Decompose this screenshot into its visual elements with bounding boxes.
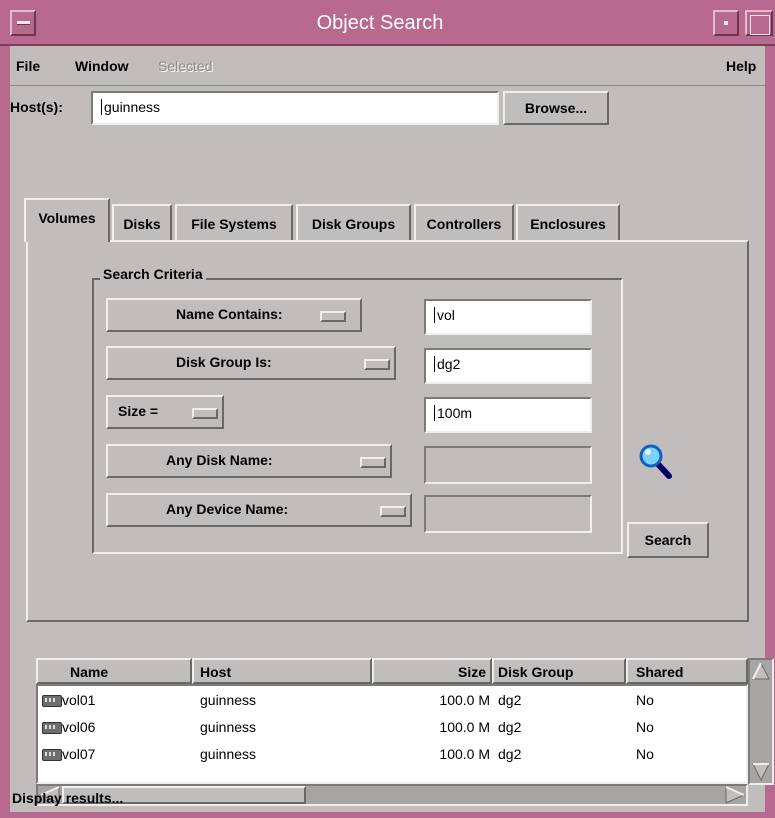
column-header-host[interactable]: Host bbox=[192, 658, 372, 684]
size-value: 100m bbox=[437, 405, 473, 421]
device-name-label: Any Device Name: bbox=[166, 501, 289, 517]
text-caret bbox=[101, 99, 102, 115]
column-header-disk-group[interactable]: Disk Group bbox=[492, 658, 626, 684]
tab-controllers[interactable]: Controllers bbox=[414, 204, 514, 240]
tab-enclosures[interactable]: Enclosures bbox=[516, 204, 620, 240]
search-button[interactable]: Search bbox=[627, 522, 709, 558]
cell-shared: No bbox=[636, 746, 654, 762]
cell-shared: No bbox=[636, 719, 654, 735]
cell-name: vol07 bbox=[62, 746, 96, 762]
scroll-down-icon[interactable] bbox=[751, 762, 771, 782]
text-caret bbox=[434, 356, 435, 372]
device-name-input[interactable] bbox=[424, 495, 592, 533]
search-criteria-title: Search Criteria bbox=[100, 266, 206, 282]
cell-size: 100.0 M bbox=[439, 746, 490, 762]
menu-help[interactable]: Help bbox=[726, 58, 756, 74]
cell-shared: No bbox=[636, 692, 654, 708]
cell-host: guinness bbox=[200, 719, 257, 735]
scroll-up-icon[interactable] bbox=[751, 661, 771, 681]
option-menu-icon bbox=[320, 311, 346, 322]
option-menu-icon bbox=[360, 457, 386, 468]
table-row[interactable]: vol07 guinness 100.0 M dg2 No bbox=[38, 742, 746, 769]
tab-disks[interactable]: Disks bbox=[112, 204, 172, 240]
text-caret bbox=[434, 405, 435, 421]
menu-bar: File Window Selected Help bbox=[10, 46, 765, 86]
device-name-option[interactable]: Any Device Name: bbox=[106, 493, 412, 527]
menu-selected: Selected bbox=[158, 58, 213, 74]
cell-name: vol01 bbox=[62, 692, 96, 708]
disk-name-label: Any Disk Name: bbox=[166, 452, 273, 468]
size-option[interactable]: Size = bbox=[106, 395, 224, 429]
menu-file[interactable]: File bbox=[16, 58, 40, 74]
disk-group-input[interactable]: dg2 bbox=[424, 348, 592, 384]
menu-window[interactable]: Window bbox=[75, 58, 129, 74]
size-label: Size = bbox=[118, 403, 159, 419]
host-label: Host(s): bbox=[10, 99, 63, 115]
name-contains-value: vol bbox=[437, 307, 455, 323]
vertical-scrollbar[interactable] bbox=[748, 658, 774, 785]
tab-volumes[interactable]: Volumes bbox=[24, 198, 110, 242]
host-input[interactable]: guinness bbox=[91, 91, 499, 125]
cell-size: 100.0 M bbox=[439, 719, 490, 735]
disk-name-input[interactable] bbox=[424, 446, 592, 484]
cell-host: guinness bbox=[200, 692, 257, 708]
volume-icon bbox=[42, 695, 62, 707]
disk-group-option[interactable]: Disk Group Is: bbox=[106, 346, 396, 380]
window-menu-icon bbox=[17, 21, 30, 25]
cell-host: guinness bbox=[200, 746, 257, 762]
column-header-size[interactable]: Size bbox=[372, 658, 492, 684]
results-table-header: Name Host Size Disk Group Shared bbox=[36, 658, 748, 684]
size-input[interactable]: 100m bbox=[424, 397, 592, 433]
volume-icon bbox=[42, 749, 62, 761]
window-frame-left[interactable] bbox=[0, 46, 10, 818]
option-menu-icon bbox=[380, 506, 406, 517]
cell-disk-group: dg2 bbox=[498, 746, 522, 762]
status-bar: Display results... bbox=[12, 790, 124, 806]
disk-name-option[interactable]: Any Disk Name: bbox=[106, 444, 392, 478]
disk-group-label: Disk Group Is: bbox=[176, 354, 272, 370]
host-input-value: guinness bbox=[104, 99, 161, 115]
tab-disk-groups[interactable]: Disk Groups bbox=[296, 204, 411, 240]
volume-icon bbox=[42, 722, 62, 734]
table-row[interactable]: vol01 guinness 100.0 M dg2 No bbox=[38, 688, 746, 715]
column-header-shared[interactable]: Shared bbox=[626, 658, 748, 684]
minimize-button[interactable] bbox=[713, 10, 739, 36]
tab-file-systems[interactable]: File Systems bbox=[175, 204, 293, 240]
window-title: Object Search bbox=[316, 12, 444, 34]
option-menu-icon bbox=[192, 408, 218, 419]
option-menu-icon bbox=[364, 359, 390, 370]
name-contains-label: Name Contains: bbox=[176, 306, 283, 322]
cell-size: 100.0 M bbox=[439, 692, 490, 708]
disk-group-value: dg2 bbox=[437, 356, 461, 372]
table-row[interactable]: vol06 guinness 100.0 M dg2 No bbox=[38, 715, 746, 742]
window-menu-button[interactable] bbox=[10, 10, 36, 36]
results-table: vol01 guinness 100.0 M dg2 No vol06 guin… bbox=[36, 684, 748, 784]
name-contains-input[interactable]: vol bbox=[424, 299, 592, 335]
cell-name: vol06 bbox=[62, 719, 96, 735]
text-caret bbox=[434, 307, 435, 323]
browse-button[interactable]: Browse... bbox=[503, 91, 609, 125]
maximize-icon bbox=[750, 15, 770, 35]
cell-disk-group: dg2 bbox=[498, 719, 522, 735]
magnifier-icon bbox=[639, 444, 672, 479]
maximize-button[interactable] bbox=[745, 10, 773, 36]
name-contains-option[interactable]: Name Contains: bbox=[106, 298, 362, 332]
window-frame-bottom[interactable] bbox=[0, 812, 775, 818]
cell-disk-group: dg2 bbox=[498, 692, 522, 708]
minimize-icon bbox=[724, 21, 728, 25]
column-header-name[interactable]: Name bbox=[36, 658, 192, 684]
window-content: File Window Selected Help Host(s): guinn… bbox=[10, 46, 774, 812]
